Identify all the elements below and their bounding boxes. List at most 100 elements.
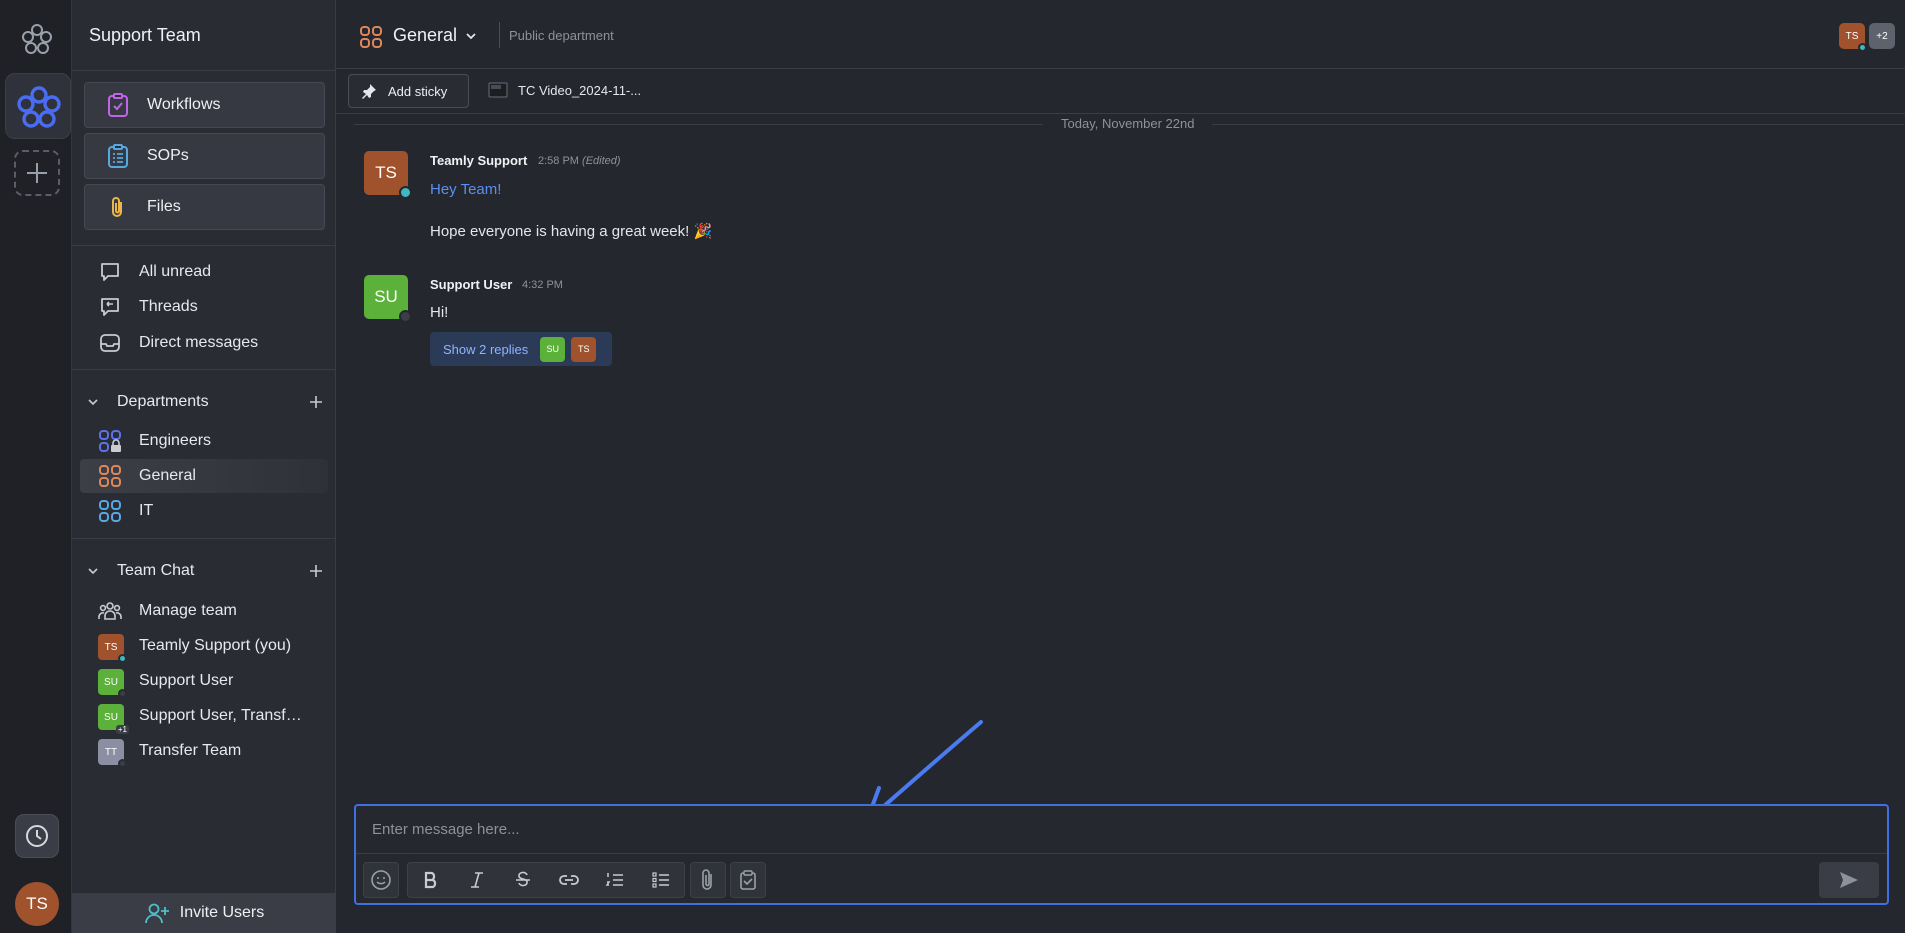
checklist-icon: [652, 872, 669, 888]
channel-title[interactable]: General: [393, 25, 457, 46]
chat-transfer-team-label: Transfer Team: [139, 742, 242, 759]
app-window: TS Support Team Workflows SOPs Files All…: [0, 0, 1905, 933]
show-replies-label: Show 2 replies: [443, 341, 529, 357]
manage-team-label: Manage team: [139, 602, 237, 619]
chevron-down-icon[interactable]: [464, 29, 478, 43]
workspace-support-team[interactable]: [5, 73, 71, 139]
team-icon: [98, 602, 122, 620]
history-button[interactable]: [15, 814, 59, 858]
more-members-badge[interactable]: +2: [1869, 23, 1895, 49]
chevron-down-icon[interactable]: [86, 564, 100, 578]
chat-bubble-icon: [101, 263, 119, 281]
sidebar: Support Team Workflows SOPs Files All un…: [72, 0, 336, 933]
ordered-list-icon: [605, 873, 623, 886]
department-general-label: General: [139, 467, 196, 484]
chat-support-user[interactable]: SU Support User: [80, 664, 328, 698]
nav-direct-messages[interactable]: Direct messages: [80, 326, 328, 360]
department-icon: [360, 26, 382, 48]
avatar-initials: SU: [104, 711, 118, 723]
reply-avatar: SU: [540, 336, 566, 362]
invite-users-button[interactable]: Invite Users: [72, 893, 336, 933]
divider: [72, 538, 336, 539]
workflows-button[interactable]: Workflows: [84, 82, 325, 128]
member-avatar[interactable]: TS: [1839, 23, 1867, 52]
file-tab[interactable]: TC Video_2024-11-...: [488, 81, 641, 99]
send-button[interactable]: [1819, 862, 1879, 898]
bold-button[interactable]: [408, 863, 454, 897]
show-replies-button[interactable]: Show 2 replies SU TS: [430, 332, 612, 366]
video-file-icon: [488, 82, 508, 98]
reply-avatar: TS: [571, 336, 597, 362]
workflows-label: Workflows: [147, 96, 221, 113]
files-button[interactable]: Files: [84, 184, 325, 230]
checklist-button[interactable]: [638, 863, 684, 897]
teamly-logo-icon[interactable]: [20, 22, 54, 56]
message-avatar[interactable]: SU: [364, 275, 412, 323]
message-author[interactable]: Teamly Support: [430, 153, 527, 168]
link-icon: [559, 875, 579, 885]
add-chat-icon[interactable]: [308, 563, 324, 579]
department-icon: [99, 465, 121, 487]
message-time: 2:58 PM (Edited): [538, 155, 621, 167]
nav-threads[interactable]: Threads: [80, 290, 328, 324]
attach-button[interactable]: [690, 862, 726, 898]
avatar: SU: [98, 669, 127, 698]
chat-transfer-team[interactable]: TT Transfer Team: [80, 734, 328, 768]
message-text: Hi!: [430, 304, 449, 321]
message-timestamp: 2:58 PM: [538, 155, 579, 167]
avatar-initials: SU: [104, 676, 118, 688]
reply-avatar-initials: SU: [546, 344, 560, 354]
add-department-icon[interactable]: [308, 394, 324, 410]
inbox-icon: [100, 334, 120, 352]
divider: [72, 70, 336, 71]
workspace-rail: TS: [0, 0, 72, 933]
attach-icon: [702, 869, 712, 890]
sops-button[interactable]: SOPs: [84, 133, 325, 179]
add-sticky-label: Add sticky: [388, 83, 448, 99]
channel-subtitle: Public department: [509, 28, 614, 43]
divider: [72, 245, 336, 246]
avatar-initials: TT: [104, 746, 118, 758]
strikethrough-icon: [516, 871, 530, 887]
italic-icon: [471, 872, 483, 888]
department-engineers[interactable]: Engineers: [80, 424, 328, 458]
chevron-down-icon[interactable]: [86, 395, 100, 409]
nav-direct-messages-label: Direct messages: [139, 334, 259, 351]
strikethrough-button[interactable]: [500, 863, 546, 897]
plus-icon: [27, 163, 47, 183]
chat-group-support-transfer[interactable]: SU +1 Support User, Transfer ...: [80, 699, 328, 734]
online-status-dot: [118, 654, 127, 663]
message-input[interactable]: [356, 806, 1887, 854]
departments-section-header[interactable]: Departments: [86, 390, 326, 414]
team-chat-section-header[interactable]: Team Chat: [86, 559, 326, 583]
add-sticky-button[interactable]: Add sticky: [348, 74, 469, 108]
manage-team-item[interactable]: Manage team: [80, 594, 328, 628]
online-status-dot: [1858, 43, 1867, 52]
task-button[interactable]: [730, 862, 766, 898]
department-it[interactable]: IT: [80, 494, 328, 528]
sop-list-icon: [108, 144, 128, 168]
message-author[interactable]: Support User: [430, 277, 512, 292]
chat-group-label: Support User, Transfer ...: [139, 707, 309, 724]
emoji-button[interactable]: [363, 862, 399, 898]
user-avatar[interactable]: TS: [15, 882, 59, 926]
team-name[interactable]: Support Team: [89, 25, 201, 46]
channel-view: General Public department TS +2 Add stic…: [336, 0, 1905, 933]
message-text: Hey Team!: [430, 181, 502, 198]
nav-all-unread[interactable]: All unread: [80, 255, 328, 289]
link-button[interactable]: [546, 863, 592, 897]
offline-status-dot: [118, 759, 127, 768]
avatar-initials: SU: [374, 287, 398, 306]
ordered-list-button[interactable]: [592, 863, 638, 897]
channel-members[interactable]: TS +2: [1839, 23, 1895, 52]
locked-department-icon: [99, 430, 121, 452]
offline-status-dot: [118, 689, 127, 698]
threads-icon: [101, 298, 119, 316]
department-general[interactable]: General: [80, 459, 328, 493]
italic-button[interactable]: [454, 863, 500, 897]
sops-label: SOPs: [147, 147, 189, 164]
more-members-count: +2: [1876, 30, 1888, 42]
chat-teamly-support[interactable]: TS Teamly Support (you): [80, 629, 328, 663]
add-workspace-button[interactable]: [14, 150, 60, 196]
message-avatar[interactable]: TS: [364, 151, 412, 199]
